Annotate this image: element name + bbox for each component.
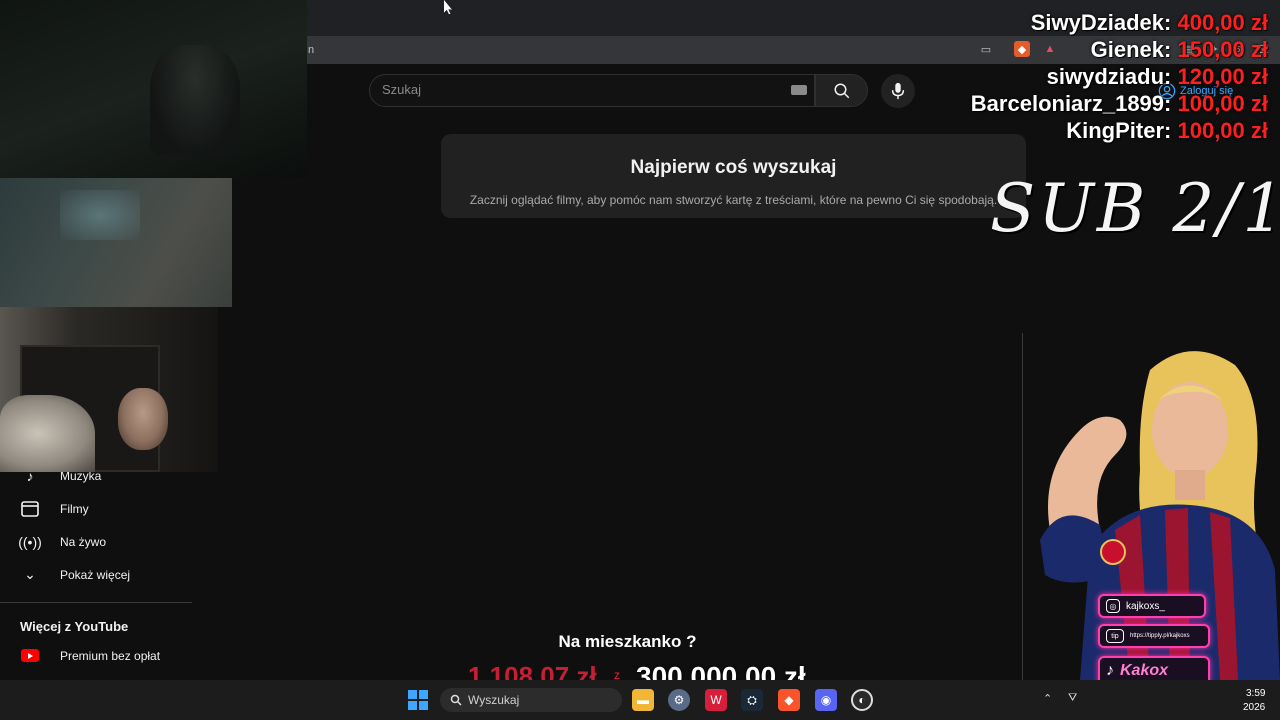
donation-amount: 100,00 zł [1177,91,1268,116]
search-box[interactable] [369,74,815,107]
donation-amount: 150,00 zł [1177,37,1268,62]
search-icon [834,83,849,98]
taskbar-search[interactable]: Wyszukaj [440,688,622,712]
sidebar-item-show-more[interactable]: ⌄ Pokaż więcej [0,558,192,591]
obs-studio-icon[interactable]: ◐ [851,689,873,711]
discord-icon[interactable]: ◉ [815,689,837,711]
sub-goal-counter: SUB 2/10 [990,170,1280,247]
sidebar-section-heading: Więcej z YouTube [20,619,129,634]
sidebar-item-label: Pokaż więcej [60,567,131,582]
rewards-triangle-icon[interactable]: ▲ [1042,41,1058,57]
donation-amount: 400,00 zł [1177,10,1268,35]
search-input[interactable]: Szukaj [382,82,421,97]
webcam-pillow [0,395,95,472]
webcam-person-face [118,388,168,450]
keyboard-icon[interactable] [791,85,807,95]
search-button[interactable] [815,74,868,107]
windows-start-icon[interactable] [408,690,428,710]
tray-chevron-up-icon[interactable]: ⌃ [1043,692,1052,705]
sidebar-item-films[interactable]: Filmy [0,492,192,525]
webcam-person-silhouette [150,45,240,155]
steam-icon[interactable]: ⛭ [741,689,763,711]
youtube-premium-icon-wrap [20,646,40,666]
scrollbar-divider [1022,333,1023,680]
address-url-text: n [308,44,315,56]
youtube-premium-icon [21,649,39,662]
social-badge-tipply: tip https://tipply.pl/kajkoxs [1098,624,1210,648]
donation-row: Barceloniarz_1899: 100,00 zł [971,91,1268,117]
sidebar-item-label: Premium bez opłat [60,648,161,663]
sidebar-item-label: Filmy [60,501,89,516]
donation-row: Gienek: 150,00 zł [1091,37,1268,63]
search-icon [450,694,462,706]
settings-icon[interactable]: ⚙ [668,689,690,711]
donation-amount: 100,00 zł [1177,118,1268,143]
chevron-down-icon: ⌄ [24,566,36,582]
sidebar-divider [0,602,192,603]
social-label: https://tipply.pl/kajkoxs [1130,633,1190,639]
wps-office-icon[interactable]: W [705,689,727,711]
voice-search-button[interactable] [881,74,915,108]
social-label: kajkoxs_ [1126,600,1165,612]
instagram-icon: ◎ [1106,599,1120,613]
taskbar-search-label: Wyszukaj [468,693,520,707]
webcam-light-glow [60,190,140,240]
empty-state-title: Najpierw coś wyszukaj [630,157,837,178]
social-label: Kakox [1120,662,1169,679]
cast-icon[interactable]: ▭ [978,41,994,57]
goal-question: Na mieszkanko ? [558,632,697,651]
donor-name: KingPiter: [1066,118,1172,143]
tray-network-icon[interactable]: ⛛ [1068,692,1077,705]
live-icon: ((•)) [18,533,42,550]
empty-state-subtitle: Zacznij oglądać filmy, aby pomóc nam stw… [469,193,998,207]
donor-name: siwydziadu: [1046,64,1172,89]
tip-icon: tip [1106,629,1124,643]
microphone-icon [891,82,905,100]
brave-shield-icon[interactable]: ◆ [1014,41,1030,57]
sidebar-item-live[interactable]: ((•)) Na żywo [0,525,192,558]
social-badge-instagram: ◎ kajkoxs_ [1098,594,1206,618]
brave-browser-icon[interactable]: ◆ [778,689,800,711]
sidebar-item-premium[interactable]: Premium bez opłat [0,639,192,672]
donation-amount: 120,00 zł [1177,64,1268,89]
taskbar-clock-date[interactable]: 2026 [1243,702,1265,713]
film-icon [20,499,40,519]
file-explorer-icon[interactable]: ▬ [632,689,654,711]
donor-name: Barceloniarz_1899: [970,91,1172,116]
donation-row: KingPiter: 100,00 zł [1066,118,1268,144]
donation-row: siwydziadu: 120,00 zł [1047,64,1268,90]
donation-row: SiwyDziadek: 400,00 zł [1031,10,1268,36]
donor-name: Gienek: [1090,37,1172,62]
tiktok-icon: ♪ [1106,662,1114,679]
taskbar-clock-time[interactable]: 3:59 [1246,688,1265,699]
donor-name: SiwyDziadek: [1030,10,1172,35]
sidebar-item-label: Na żywo [60,534,107,549]
